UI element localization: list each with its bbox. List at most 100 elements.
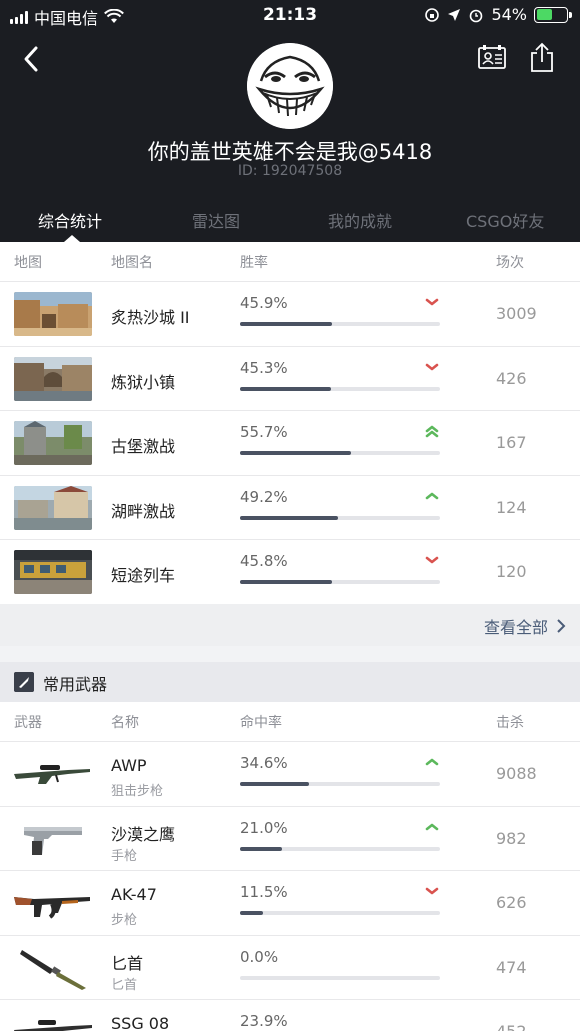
map-row[interactable]: 湖畔激战 49.2% 124: [0, 475, 580, 540]
map-name: 短途列车: [111, 566, 176, 585]
accuracy-value: 23.9%: [240, 1012, 288, 1030]
map-thumbnail-image: [14, 421, 92, 465]
accuracy-bar: [240, 782, 440, 786]
kill-count: 9088: [496, 764, 537, 783]
win-rate-bar-fill: [240, 580, 332, 584]
accuracy-bar-fill: [240, 782, 310, 786]
id-card-icon[interactable]: [476, 42, 508, 74]
desert-eagle-image: [24, 826, 82, 855]
accuracy-bar-fill: [240, 911, 263, 915]
accuracy-col-header: 命中率: [240, 715, 282, 731]
player-id: ID: 192047508: [237, 163, 343, 179]
profile-header: 中国电信 21:13 54% 你的盖世英雄不会是我@5418 ID: 19204…: [0, 0, 580, 242]
weapons-section-header: 常用武器: [0, 662, 580, 702]
matches-col-header: 场次: [496, 255, 524, 271]
awp-rifle-image: [14, 765, 90, 784]
map-thumbnail-image: [14, 292, 92, 336]
win-rate-value: 49.2%: [240, 487, 288, 506]
win-rate-value: 45.8%: [240, 552, 288, 570]
win-rate-bar: [240, 322, 440, 326]
weapon-type: 匕首: [111, 977, 138, 993]
win-rate-bar: [240, 515, 440, 520]
map-name: 古堡激战: [111, 437, 176, 456]
view-all-label: 查看全部: [483, 618, 548, 637]
battery-percent: 54%: [491, 5, 527, 24]
weapon-type: 手枪: [111, 848, 138, 864]
win-rate-value: 45.3%: [240, 358, 288, 377]
kill-count: 452: [496, 1022, 527, 1031]
view-all-maps-link[interactable]: 查看全部: [484, 614, 566, 638]
battery-icon: [534, 6, 572, 23]
win-rate-bar: [240, 580, 440, 584]
trend-double-up-icon: [425, 425, 439, 438]
weapon-name: SSG 08: [111, 1014, 170, 1031]
win-rate-bar: [240, 386, 440, 391]
accuracy-bar: [240, 846, 440, 851]
map-row[interactable]: 短途列车 45.8% 120: [0, 540, 580, 605]
winrate-col-header: 胜率: [240, 255, 268, 271]
ssg08-rifle-image: [14, 1020, 92, 1031]
knife-image: [20, 949, 86, 990]
accuracy-value: 21.0%: [240, 818, 288, 837]
trend-up-icon: [425, 823, 439, 830]
win-rate-bar-fill: [240, 386, 331, 391]
trend-down-icon: [425, 298, 439, 306]
tab-csgo-friends[interactable]: CSGO好友: [466, 208, 544, 232]
match-count: 167: [496, 433, 527, 452]
win-rate-bar-fill: [240, 322, 332, 326]
accuracy-value: 0.0%: [240, 947, 279, 966]
bullet-icon: [14, 672, 34, 692]
accuracy-bar-fill: [240, 846, 282, 851]
rotation-lock-icon: [425, 7, 440, 22]
alarm-icon: [470, 9, 483, 22]
weapon-row[interactable]: AK-47 步枪 11.5% 626: [0, 871, 580, 936]
accuracy-value: 11.5%: [240, 883, 288, 901]
tab-overall-stats[interactable]: 综合统计: [38, 208, 102, 232]
back-arrow-icon[interactable]: [18, 42, 48, 76]
weapon-name-col-header: 名称: [111, 715, 139, 731]
trend-up-icon: [425, 492, 439, 499]
weapon-row[interactable]: 匕首 匕首 0.0% 474: [0, 935, 580, 1000]
weapon-row[interactable]: AWP 狙击步枪 34.6% 9088: [0, 742, 580, 807]
map-name: 炼狱小镇: [111, 372, 176, 392]
match-count: 124: [496, 497, 527, 517]
map-table-header: 地图 地图名 胜率 场次: [0, 242, 580, 282]
trend-down-icon: [425, 363, 439, 370]
map-thumbnail-image: [14, 550, 92, 594]
map-row[interactable]: 炼狱小镇 45.3% 426: [0, 346, 580, 411]
tab-radar[interactable]: 雷达图: [192, 208, 240, 232]
weapon-name: AK-47: [111, 885, 157, 904]
share-icon[interactable]: [526, 42, 558, 74]
map-row[interactable]: 炙热沙城 II 45.9% 3009: [0, 282, 580, 347]
kill-count: 474: [496, 957, 527, 977]
tab-bar: 综合统计 雷达图 我的成就 CSGO好友: [0, 200, 580, 242]
weapon-name: 匕首: [111, 953, 144, 973]
avatar[interactable]: [247, 43, 333, 129]
trend-down-icon: [425, 887, 439, 895]
ak47-rifle-image: [14, 897, 90, 919]
tab-achievements[interactable]: 我的成就: [328, 208, 392, 232]
trend-down-icon: [425, 556, 439, 564]
match-count: 120: [496, 562, 527, 581]
weapon-row[interactable]: 沙漠之鹰 手枪 21.0% 982: [0, 806, 580, 871]
match-count: 426: [496, 368, 527, 388]
weapon-col-header: 武器: [14, 715, 42, 731]
weapon-name: 沙漠之鹰: [111, 824, 176, 844]
kills-col-header: 击杀: [496, 715, 524, 731]
kill-count: 626: [496, 893, 527, 912]
weapon-row[interactable]: SSG 08 23.9% 452: [0, 1000, 580, 1031]
kill-count: 982: [496, 828, 527, 848]
win-rate-value: 55.7%: [240, 423, 288, 441]
active-tab-indicator: [64, 235, 80, 242]
map-thumbnail-image: [14, 356, 92, 401]
location-icon: [448, 8, 461, 21]
weapon-name: AWP: [111, 756, 147, 775]
weapon-table-header: 武器 名称 命中率 击杀: [0, 702, 580, 742]
accuracy-bar: [240, 975, 440, 980]
weapons-section-title: 常用武器: [43, 675, 108, 694]
trend-up-icon: [425, 758, 439, 766]
player-nickname: 你的盖世英雄不会是我@5418: [147, 140, 433, 164]
section-gap: [0, 646, 580, 662]
weapon-type: 狙击步枪: [111, 784, 164, 799]
map-row[interactable]: 古堡激战 55.7% 167: [0, 411, 580, 476]
